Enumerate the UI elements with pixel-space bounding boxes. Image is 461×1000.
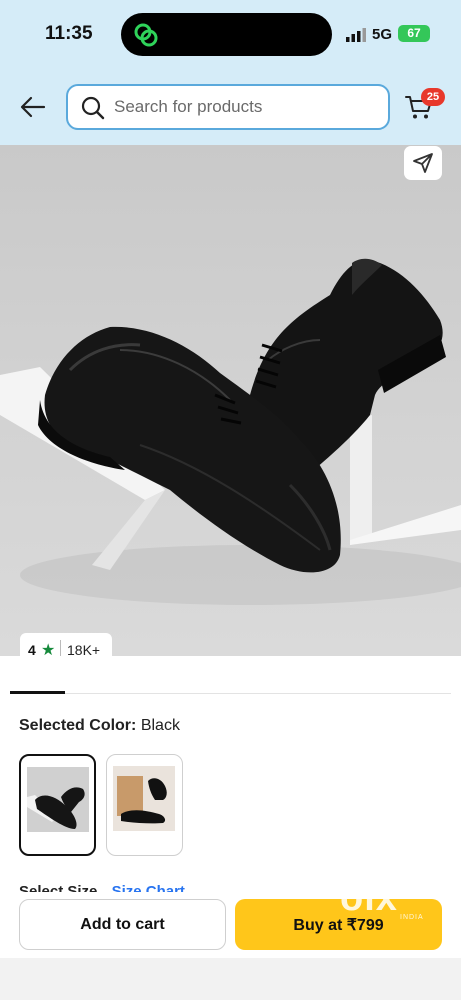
color-swatch-black[interactable] [19,754,96,856]
product-page: 11:35 5G 67 Search for products 25 4 ★ 1… [0,0,461,1000]
carousel-indicator [10,691,65,694]
color-label-title: Selected Color: [19,717,137,734]
color-swatch-brown[interactable] [106,754,183,856]
loop-icon [134,23,158,47]
status-bar: 11:35 5G 67 [0,0,461,70]
network-label: 5G [372,26,393,43]
product-details: Selected Color: Black Select Size Size C… [0,656,461,1000]
share-button[interactable] [404,146,442,180]
rating-value: 4 [28,642,36,656]
rating-divider [60,640,61,656]
signal-icon [346,28,366,42]
dynamic-island [121,13,332,56]
search-icon [81,96,105,120]
selected-color-label: Selected Color: Black [19,717,180,735]
add-to-cart-button[interactable]: Add to cart [19,899,226,950]
battery-icon: 67 [398,25,430,42]
search-input[interactable] [114,94,374,120]
product-image[interactable]: 4 ★ 18K+ [0,145,461,656]
swatch-thumbnail [27,767,89,832]
swatch-thumbnail [113,766,175,831]
buy-now-button[interactable]: Buy at ₹799 [235,899,442,950]
star-icon: ★ [41,642,56,656]
product-photo [0,258,461,605]
share-icon [413,153,433,173]
status-time: 11:35 [45,23,93,44]
carousel-track [10,693,451,694]
rating-count: 18K+ [67,642,101,656]
olx-watermark-sub: INDIA [400,914,424,921]
rating-badge[interactable]: 4 ★ 18K+ [20,633,112,656]
color-value: Black [140,717,180,734]
search-bar[interactable] [66,84,390,130]
back-arrow-icon[interactable] [18,92,48,122]
cart-count-badge: 25 [421,88,445,106]
top-header: 25 [0,70,461,145]
footer-area [0,958,461,1000]
olx-watermark: olx [340,877,398,919]
